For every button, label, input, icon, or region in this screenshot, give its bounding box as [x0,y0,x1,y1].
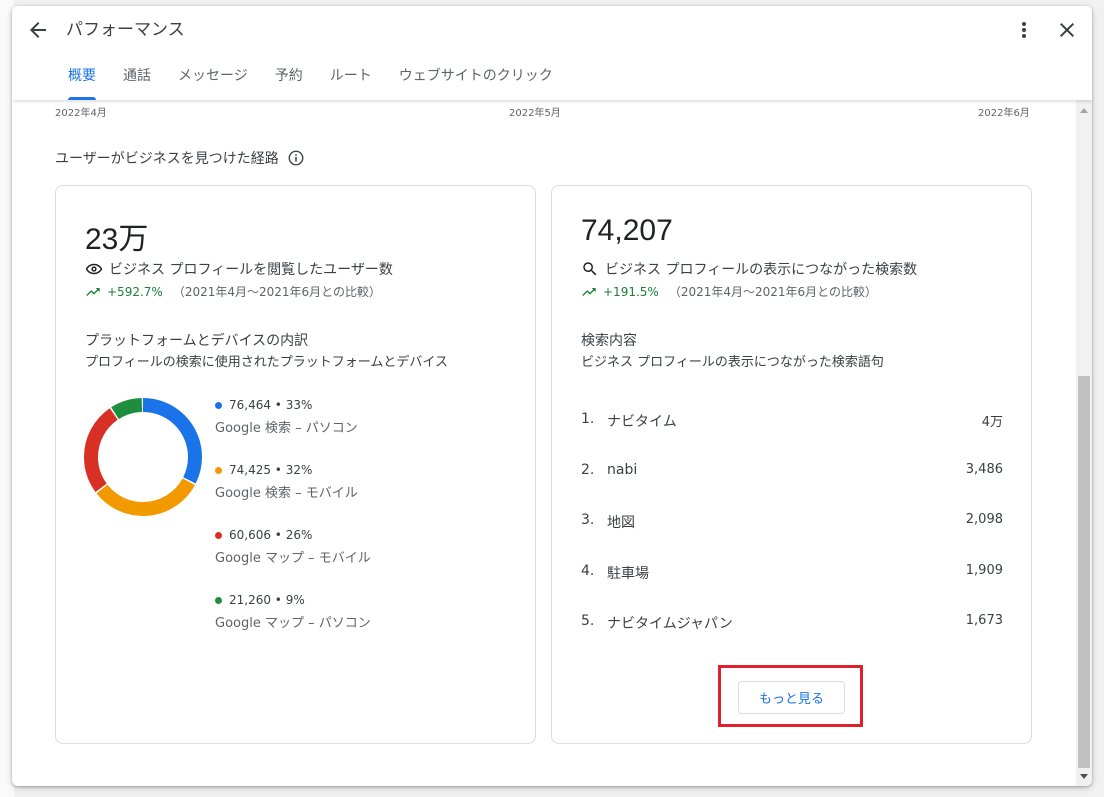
list-item: 4. 駐車場 1,909 [581,563,1003,614]
trending-up-icon [582,287,596,296]
tab-messages[interactable]: メッセージ [168,58,258,100]
list-rank: 2. [581,461,595,478]
list-term: ナビタイムジャパン [607,616,733,632]
axis-label-april: 2022年4月 [55,108,107,119]
info-icon[interactable] [287,149,305,167]
list-item: 1. ナビタイム 4万 [581,411,1003,462]
dialog-content: 2022年4月 2022年5月 2022年6月 ユーザーがビジネスを見つけた経路… [12,100,1076,786]
legend-value: 60,606 • 26% [229,528,313,542]
axis-label-june: 2022年6月 [978,108,1030,119]
legend-value: 76,464 • 33% [229,398,313,412]
search-icon [583,262,597,276]
profile-views-label-text: ビジネス プロフィールを閲覧したユーザー数 [109,262,393,278]
legend-dot-blue [215,401,222,409]
eye-icon [85,263,103,275]
legend-item: 21,260 • 9% Google マップ – パソコン [215,593,371,658]
breakdown-description: プロフィールの検索に使用されたプラットフォームとデバイス [85,355,448,370]
legend-name: Google 検索 – モバイル [215,486,358,501]
close-icon[interactable] [1055,18,1079,42]
profile-views-value: 23万 [85,223,149,256]
legend-name: Google マップ – モバイル [215,551,371,566]
trending-up-icon [86,287,100,296]
legend-dot-red [215,531,222,539]
legend-dot-orange [215,466,222,474]
legend-value: 21,260 • 9% [229,593,305,607]
tab-overview[interactable]: 概要 [58,58,106,100]
list-count: 2,098 [965,512,1003,527]
searches-label: ビジネス プロフィールの表示につながった検索数 [581,259,917,279]
search-terms-list: 1. ナビタイム 4万 2. nabi 3,486 3. 地図 2,098 4.… [581,411,1003,664]
list-item: 5. ナビタイムジャパン 1,673 [581,613,1003,664]
scroll-up-arrow-icon[interactable] [1080,108,1088,113]
list-rank: 4. [581,562,595,579]
profile-views-card: 23万 ビジネス プロフィールを閲覧したユーザー数 +592.7% （2021年… [55,185,536,744]
breakdown-title: プラットフォームとデバイスの内訳 [85,333,309,349]
dialog-header: パフォーマンス 概要 通話 メッセージ 予約 ルート ウェブサイトのクリック [12,6,1092,100]
list-item: 3. 地図 2,098 [581,512,1003,563]
list-count: 1,909 [965,562,1003,578]
search-terms-title: 検索内容 [581,333,637,349]
legend-name: Google マップ – パソコン [215,616,371,631]
legend-name: Google 検索 – パソコン [215,421,358,436]
list-term: nabi [607,461,638,478]
profile-views-compare: （2021年4月～2021年6月との比較） [172,285,382,299]
profile-views-label: ビジネス プロフィールを閲覧したユーザー数 [85,259,393,279]
searches-trend: +191.5% （2021年4月～2021年6月との比較） [581,283,877,300]
tab-calls[interactable]: 通話 [113,58,161,100]
scrollbar-thumb[interactable] [1078,376,1090,768]
scrollbar[interactable] [1076,100,1092,786]
axis-label-may: 2022年5月 [509,108,561,119]
searches-card: 74,207 ビジネス プロフィールの表示につながった検索数 +191.5% （… [551,185,1032,744]
tab-bar: 概要 通話 メッセージ 予約 ルート ウェブサイトのクリック [58,58,570,100]
profile-views-trend: +592.7% （2021年4月～2021年6月との比較） [85,283,381,300]
legend-item: 60,606 • 26% Google マップ – モバイル [215,528,371,593]
legend-value: 74,425 • 32% [229,463,313,477]
tab-directions[interactable]: ルート [320,58,382,100]
list-rank: 5. [581,613,595,629]
list-count: 3,486 [965,461,1003,477]
platform-donut-chart [84,398,202,516]
search-terms-description: ビジネス プロフィールの表示につながった検索語句 [581,355,884,370]
section-title: ユーザーがビジネスを見つけた経路 [55,148,305,168]
searches-compare: （2021年4月～2021年6月との比較） [668,285,878,299]
tab-website-clicks[interactable]: ウェブサイトのクリック [389,58,563,100]
scroll-down-arrow-icon[interactable] [1080,774,1088,779]
back-arrow-icon[interactable] [26,18,50,42]
searches-change: +191.5% [603,284,659,299]
performance-dialog: パフォーマンス 概要 通話 メッセージ 予約 ルート ウェブサイトのクリック 2… [12,6,1092,786]
legend-item: 74,425 • 32% Google 検索 – モバイル [215,463,371,528]
dialog-title: パフォーマンス [66,20,185,40]
legend-dot-green [215,596,222,604]
list-rank: 3. [581,512,595,528]
donut-legend: 76,464 • 33% Google 検索 – パソコン 74,425 • 3… [215,398,371,658]
list-item: 2. nabi 3,486 [581,462,1003,513]
section-title-text: ユーザーがビジネスを見つけた経路 [55,151,279,167]
list-term: 駐車場 [607,565,649,582]
profile-views-change: +592.7% [107,284,163,299]
list-count: 4万 [981,415,1003,430]
list-term: ナビタイム [607,414,677,430]
list-rank: 1. [581,411,595,427]
more-vert-icon[interactable] [1012,18,1036,42]
list-term: 地図 [607,515,635,531]
searches-value: 74,207 [581,214,673,247]
legend-item: 76,464 • 33% Google 検索 – パソコン [215,398,371,463]
searches-label-text: ビジネス プロフィールの表示につながった検索数 [605,262,918,278]
highlight-box [718,665,863,727]
list-count: 1,673 [965,613,1003,628]
tab-bookings[interactable]: 予約 [265,58,313,100]
